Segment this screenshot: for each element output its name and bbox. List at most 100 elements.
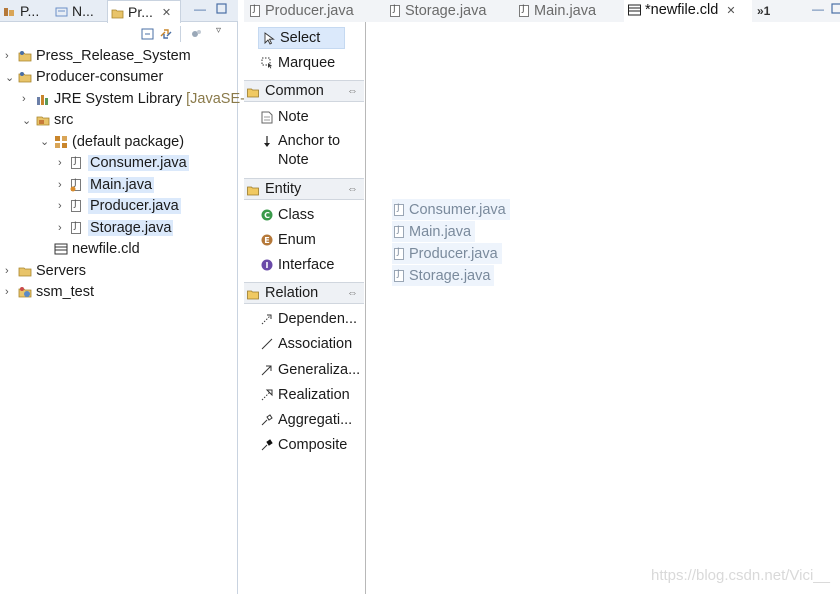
svg-text:I: I xyxy=(266,261,269,270)
palette-drawer-common[interactable]: Common ⇔ xyxy=(244,80,364,102)
chevron-right-icon[interactable]: › xyxy=(22,94,32,105)
enum-tool[interactable]: E Enum xyxy=(244,229,366,251)
association-line-icon xyxy=(261,338,273,350)
tree-item-consumer-java[interactable]: Consumer.java xyxy=(70,152,189,173)
tree-item-producer-consumer[interactable]: Producer-consumer xyxy=(18,66,163,87)
tree-item-producer-java[interactable]: Producer.java xyxy=(70,195,181,216)
tab-producer-java[interactable]: Producer.java xyxy=(250,0,354,22)
realization-arrow-icon xyxy=(261,389,273,401)
anchor-to-note-tool[interactable]: Anchor to Note xyxy=(244,132,366,172)
tree-item-label: JRE System Library xyxy=(54,90,183,107)
tree-item-jre-system-library[interactable]: JRE System Library [JavaSE- xyxy=(36,88,245,109)
tree-item-ssm-test[interactable]: ssm_test xyxy=(18,281,94,302)
tree-item-label: Press_Release_System xyxy=(36,47,191,64)
canvas-file-storage-java[interactable]: Storage.java xyxy=(392,265,495,286)
select-tool[interactable]: Select xyxy=(258,27,345,49)
filters-icon[interactable] xyxy=(189,27,203,41)
tab-main-java[interactable]: Main.java xyxy=(519,0,596,22)
canvas-file-label: Consumer.java xyxy=(409,201,506,218)
generalization-tool[interactable]: Generaliza... xyxy=(244,359,366,381)
note-icon xyxy=(261,111,273,124)
tab-package-explorer[interactable]: P... xyxy=(0,0,40,22)
tab-label: P... xyxy=(20,3,40,19)
navigator-icon xyxy=(55,5,68,17)
chevron-right-icon[interactable]: › xyxy=(58,201,68,212)
drawer-pin-icon[interactable]: ⇔ xyxy=(347,85,358,97)
marquee-tool[interactable]: Marquee xyxy=(244,52,366,74)
chevron-right-icon[interactable]: › xyxy=(5,287,15,298)
canvas-file-consumer-java[interactable]: Consumer.java xyxy=(392,199,510,220)
project-explorer-icon xyxy=(111,6,124,19)
drawer-pin-icon[interactable]: ⇔ xyxy=(347,183,358,195)
folder-icon xyxy=(18,264,32,278)
minimize-icon[interactable]: — xyxy=(812,3,824,16)
diagram-canvas[interactable] xyxy=(368,22,840,594)
tree-item-main-java[interactable]: Main.java xyxy=(70,174,155,195)
tab-navigator[interactable]: N... xyxy=(52,0,98,22)
dependency-tool[interactable]: Dependen... xyxy=(244,308,366,330)
collapse-all-icon[interactable] xyxy=(141,27,155,41)
tab-label: Storage.java xyxy=(405,3,487,19)
composite-tool[interactable]: Composite xyxy=(244,434,366,456)
tab-storage-java[interactable]: Storage.java xyxy=(390,0,486,22)
more-tabs-button[interactable]: »1 xyxy=(757,0,770,22)
aggregation-tool[interactable]: Aggregati... xyxy=(244,409,366,431)
chevron-down-icon[interactable]: ⌄ xyxy=(40,137,50,148)
close-icon[interactable]: ✕ xyxy=(726,4,735,17)
project-explorer-panel: P... N... Pr... ✕ — ▿ › Press_Release_Sy… xyxy=(0,0,245,594)
aggregation-diamond-icon xyxy=(261,414,273,426)
minimize-icon[interactable]: — xyxy=(194,3,206,16)
canvas-file-main-java[interactable]: Main.java xyxy=(392,221,476,242)
canvas-file-label: Producer.java xyxy=(409,245,498,262)
chevron-right-icon[interactable]: › xyxy=(58,158,68,169)
interface-tool[interactable]: I Interface xyxy=(244,254,366,276)
tab-newfile-cld[interactable]: *newfile.cld ✕ xyxy=(624,0,752,22)
tree-item-label: Servers xyxy=(36,262,86,279)
tree-item-newfile-cld[interactable]: newfile.cld xyxy=(54,238,140,259)
link-with-editor-icon[interactable] xyxy=(159,27,173,41)
chevron-right-icon[interactable]: › xyxy=(58,180,68,191)
chevron-right-icon[interactable]: › xyxy=(58,223,68,234)
tree-item-servers[interactable]: Servers xyxy=(18,260,86,281)
view-menu-chevron-down-icon[interactable]: ▿ xyxy=(216,25,230,39)
class-tool[interactable]: C Class xyxy=(244,204,366,226)
tool-label: Enum xyxy=(278,232,316,248)
tree-item-storage-java[interactable]: Storage.java xyxy=(70,217,174,238)
java-file-icon xyxy=(250,4,260,17)
drawer-pin-icon[interactable]: ⇔ xyxy=(347,287,358,299)
chevron-right-icon[interactable]: › xyxy=(5,51,15,62)
toolbar-separator xyxy=(180,26,181,42)
drawer-label: Entity xyxy=(265,181,302,197)
note-tool[interactable]: Note xyxy=(244,106,366,128)
tool-label: Generaliza... xyxy=(278,362,361,378)
close-icon[interactable]: ✕ xyxy=(162,6,171,19)
composite-diamond-icon xyxy=(261,439,273,451)
tool-label: Association xyxy=(278,336,353,352)
editor-tabbar: Producer.java Storage.java Main.java *ne… xyxy=(244,0,840,22)
canvas-file-producer-java[interactable]: Producer.java xyxy=(392,243,502,264)
java-file-icon xyxy=(394,269,404,282)
java-file-icon xyxy=(394,247,404,260)
tab-project-explorer[interactable]: Pr... ✕ xyxy=(107,0,181,23)
project-folder-icon xyxy=(18,49,32,63)
tree-item-default-package[interactable]: (default package) xyxy=(54,131,184,152)
java-main-file-icon xyxy=(519,4,529,17)
tree-item-press-release-system[interactable]: Press_Release_System xyxy=(18,45,191,66)
tool-label: Marquee xyxy=(278,55,336,71)
chevron-right-icon[interactable]: › xyxy=(5,266,15,277)
chevron-down-icon[interactable]: ⌄ xyxy=(5,73,15,84)
chevron-down-icon[interactable]: ⌄ xyxy=(22,116,32,127)
association-tool[interactable]: Association xyxy=(244,333,366,355)
palette-drawer-entity[interactable]: Entity ⇔ xyxy=(244,178,364,200)
maximize-icon[interactable] xyxy=(830,3,840,15)
drawer-label: Common xyxy=(265,83,324,99)
explorer-toolbar: ▿ xyxy=(0,22,238,46)
tree-item-label: Storage.java xyxy=(88,219,174,236)
tree-item-src[interactable]: src xyxy=(36,109,73,130)
generalization-arrow-icon xyxy=(261,364,273,376)
class-diagram-file-icon xyxy=(54,242,68,256)
maximize-icon[interactable] xyxy=(215,3,227,15)
tool-label: Class xyxy=(278,207,315,223)
palette-drawer-relation[interactable]: Relation ⇔ xyxy=(244,282,364,304)
realization-tool[interactable]: Realization xyxy=(244,384,366,406)
